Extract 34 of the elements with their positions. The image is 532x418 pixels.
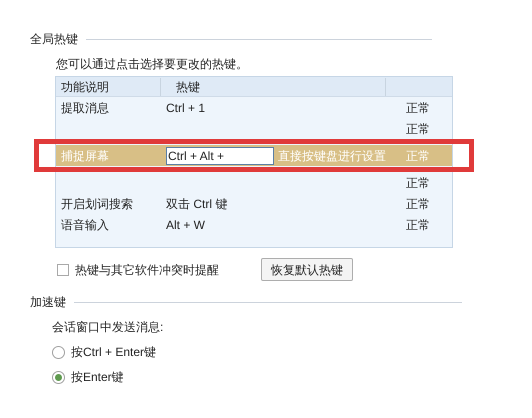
table-cell: 开启划词搜索 [61,196,133,210]
table-cell: 正常 [406,196,430,210]
table-row[interactable]: 正常 [56,118,452,139]
table-row[interactable]: 捕捉屏幕 Ctrl + Alt + 直接按键盘进行设置 正常 [56,145,452,166]
table-cell: 正常 [406,218,430,232]
column-header[interactable]: 功能说明 [56,78,161,96]
checkbox[interactable] [57,264,69,276]
table-cell: 正常 [406,176,430,190]
radio-label: 按Ctrl + Enter键 [71,344,156,361]
table-cell: 正常 [406,122,430,136]
instruction-text: 您可以通过点击选择要更改的热键。 [56,56,249,73]
table-cell-text: Ctrl + 1 [166,100,206,116]
section-title: 加速键 [30,294,66,311]
table-cell: 提取消息 [61,100,109,114]
table-cell: 正常 [406,100,430,114]
checkbox-label: 热键与其它软件冲突时提醒 [75,262,219,278]
table-cell-text: 双击 Ctrl 键 [166,196,228,212]
radio-button[interactable] [52,370,65,384]
hotkey-input[interactable]: Ctrl + Alt + [166,146,274,164]
table-row[interactable]: 正常 [56,172,452,193]
hint-text: 直接按键盘进行设置 [278,148,386,164]
section-title: 全局热键 [30,31,78,48]
radio-button[interactable] [52,346,65,358]
table-row[interactable]: 语音输入 Alt + W 正常 [56,214,452,235]
radio-label: 按Enter键 [71,369,124,386]
prompt-text: 会话窗口中发送消息: [52,319,164,336]
table-cell-text: Alt + W [166,216,206,234]
column-header[interactable]: 热键 [161,78,386,96]
table-row[interactable]: 开启划词搜索 双击 Ctrl 键 正常 [56,193,452,214]
table-cell: 捕捉屏幕 [61,148,109,162]
restore-defaults-button[interactable]: 恢复默认热键 [261,258,353,281]
table-row[interactable]: 提取消息 Ctrl + 1 正常 [56,97,452,118]
table-cell: 正常 [406,148,430,162]
table-cell: 语音输入 [61,218,109,232]
